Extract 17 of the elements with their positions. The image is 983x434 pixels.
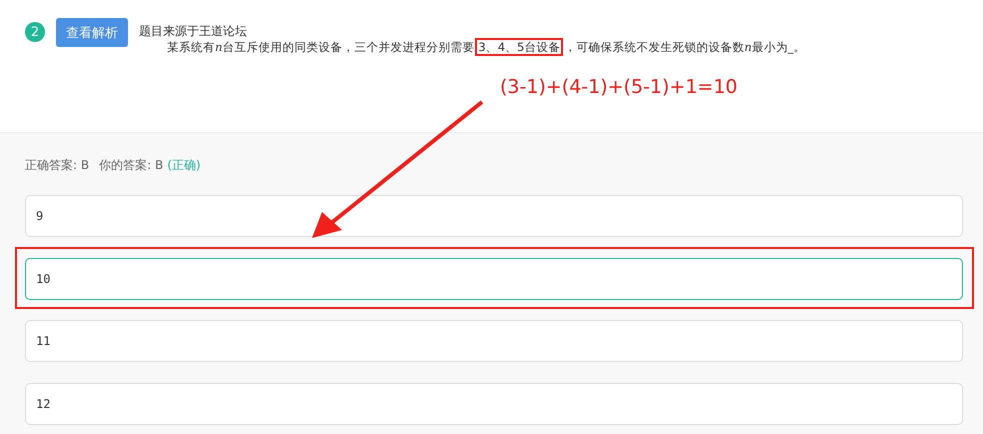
your-answer: 你的答案: B bbox=[99, 157, 164, 173]
question-text: 台互斥使用的同类设备，三个并发进程分别需要 bbox=[222, 40, 474, 54]
question-number: 2 bbox=[25, 22, 45, 42]
question-text: 某系统有 bbox=[167, 40, 215, 54]
annotation-formula: (3-1)+(4-1)+(5-1)+1=10 bbox=[500, 76, 739, 98]
question-text: 3、4、5台设备 bbox=[475, 38, 564, 56]
answer-option[interactable]: 11 bbox=[25, 320, 963, 362]
question-text: 最小为_。 bbox=[752, 40, 806, 54]
answer-verdict: (正确) bbox=[167, 157, 201, 173]
question-source: 题目来源于王道论坛 bbox=[139, 23, 248, 39]
question-text: n bbox=[744, 40, 752, 54]
correct-answer: 正确答案: B bbox=[25, 157, 90, 173]
question-text: ，可确保系统不发生死锁的设备数 bbox=[564, 40, 744, 54]
answer-option[interactable]: 12 bbox=[25, 383, 963, 425]
answer-option[interactable]: 10 bbox=[25, 258, 963, 300]
answer-option[interactable]: 9 bbox=[25, 195, 963, 237]
question-text: n bbox=[215, 40, 222, 54]
